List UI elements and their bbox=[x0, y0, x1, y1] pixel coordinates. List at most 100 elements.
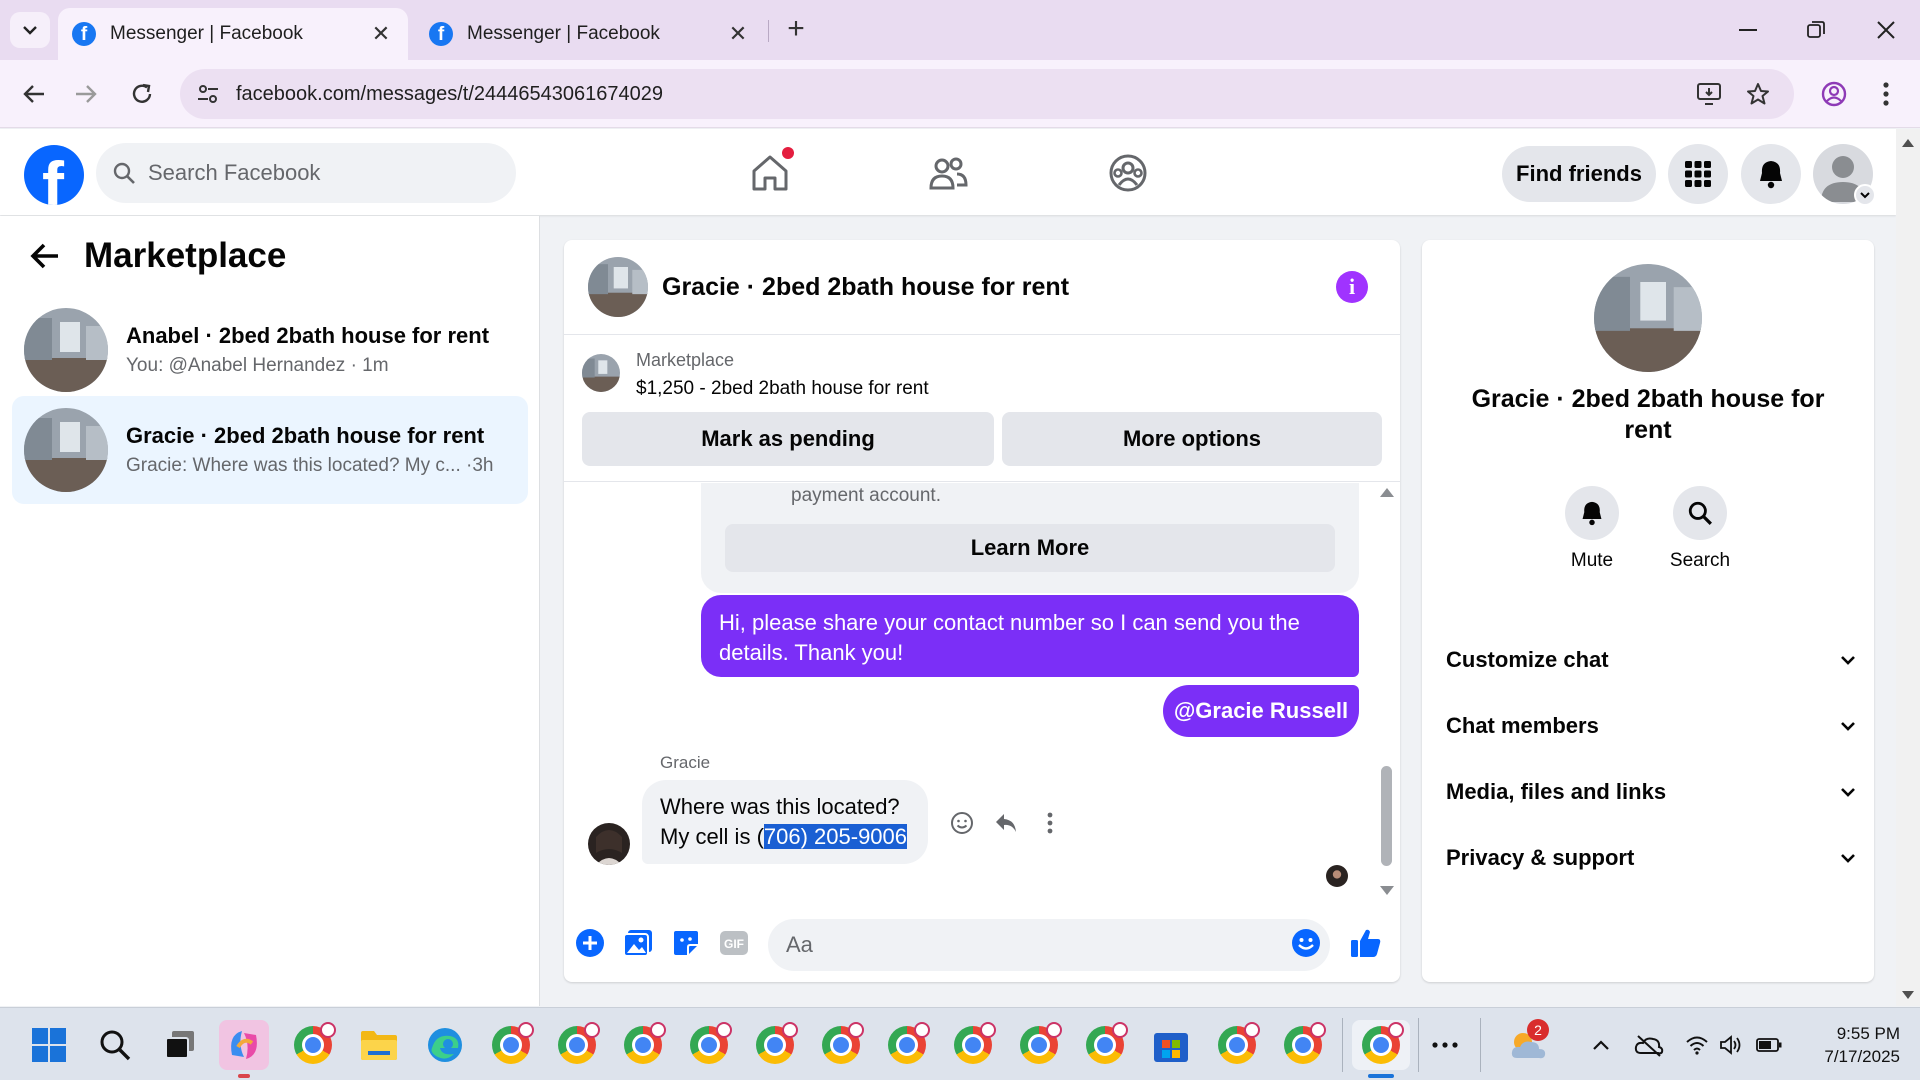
copilot-taskbar-button[interactable] bbox=[219, 1020, 269, 1070]
message-input[interactable]: Aa bbox=[768, 919, 1330, 971]
menu-button[interactable] bbox=[1668, 144, 1728, 204]
new-tab-button[interactable]: + bbox=[780, 14, 812, 46]
page-scrollbar[interactable] bbox=[1896, 129, 1920, 1006]
chrome-taskbar-button[interactable] bbox=[1014, 1020, 1064, 1070]
browser-tab[interactable]: f Messenger | Facebook ✕ bbox=[415, 8, 765, 60]
chrome-taskbar-button[interactable] bbox=[1212, 1020, 1262, 1070]
address-bar[interactable]: facebook.com/messages/t/2444654306167402… bbox=[180, 69, 1794, 119]
restore-button[interactable] bbox=[1786, 10, 1846, 50]
chrome-taskbar-button-active[interactable] bbox=[1352, 1020, 1410, 1070]
home-nav-button[interactable] bbox=[746, 147, 794, 197]
scroll-thumb[interactable] bbox=[1381, 766, 1392, 866]
scroll-up-arrow-icon[interactable] bbox=[1380, 488, 1394, 497]
account-chevron-icon[interactable] bbox=[1854, 184, 1876, 206]
taskbar-divider bbox=[1342, 1018, 1343, 1072]
start-button[interactable] bbox=[24, 1020, 74, 1070]
mention-message[interactable]: @Gracie Russell bbox=[1163, 685, 1359, 737]
chrome-taskbar-button[interactable] bbox=[1080, 1020, 1130, 1070]
attach-photo-button[interactable] bbox=[620, 925, 656, 961]
chat-title[interactable]: Gracie · 2bed 2bath house for rent bbox=[662, 273, 1336, 302]
chrome-taskbar-button[interactable] bbox=[486, 1020, 536, 1070]
minimize-button[interactable] bbox=[1718, 10, 1778, 50]
more-apps-button[interactable] bbox=[1420, 1020, 1470, 1070]
sticker-button[interactable] bbox=[668, 925, 704, 961]
reload-button[interactable] bbox=[122, 74, 162, 114]
cloud-off-icon bbox=[1634, 1035, 1664, 1057]
friends-nav-button[interactable] bbox=[924, 149, 972, 197]
scroll-down-arrow-icon[interactable] bbox=[1902, 991, 1914, 999]
chat-avatar[interactable] bbox=[588, 257, 648, 317]
scroll-up-arrow-icon[interactable] bbox=[1902, 139, 1914, 147]
close-window-button[interactable] bbox=[1856, 10, 1916, 50]
site-info-icon[interactable] bbox=[180, 84, 236, 104]
browser-menu-button[interactable] bbox=[1866, 74, 1906, 114]
notifications-button[interactable] bbox=[1741, 144, 1801, 204]
section-label: Chat members bbox=[1446, 713, 1599, 738]
privacy-support-section[interactable]: Privacy & support bbox=[1446, 830, 1856, 886]
more-message-options-button[interactable] bbox=[1028, 805, 1072, 841]
conversation-item-active[interactable]: Gracie · 2bed 2bath house for rent Graci… bbox=[12, 396, 528, 504]
more-options-button[interactable]: More options bbox=[1002, 412, 1382, 466]
chat-members-section[interactable]: Chat members bbox=[1446, 698, 1856, 754]
sender-avatar[interactable] bbox=[588, 823, 630, 865]
chrome-taskbar-button[interactable] bbox=[1278, 1020, 1328, 1070]
emoji-button[interactable] bbox=[1288, 925, 1324, 961]
like-button[interactable] bbox=[1348, 925, 1384, 961]
show-hidden-icons-button[interactable] bbox=[1578, 1020, 1624, 1070]
close-tab-icon[interactable]: ✕ bbox=[725, 21, 751, 47]
taskbar-search-button[interactable] bbox=[90, 1020, 140, 1070]
install-app-button[interactable] bbox=[1690, 74, 1730, 114]
reply-button[interactable] bbox=[984, 805, 1028, 841]
message-actions bbox=[940, 805, 1072, 841]
chrome-icon bbox=[624, 1022, 666, 1064]
mute-button[interactable] bbox=[1565, 486, 1619, 540]
forward-button[interactable] bbox=[66, 74, 106, 114]
add-actions-button[interactable] bbox=[572, 925, 608, 961]
gif-button[interactable]: GIF bbox=[716, 925, 752, 961]
search-in-chat-button[interactable] bbox=[1673, 486, 1727, 540]
tab-search-button[interactable] bbox=[10, 12, 50, 48]
scroll-down-arrow-icon[interactable] bbox=[1380, 886, 1394, 895]
selected-phone-number[interactable]: 706) 205-9006 bbox=[763, 824, 908, 849]
onedrive-tray-icon[interactable] bbox=[1626, 1020, 1672, 1070]
learn-more-button[interactable]: Learn More bbox=[725, 524, 1335, 572]
chrome-taskbar-button[interactable] bbox=[684, 1020, 734, 1070]
mark-as-pending-button[interactable]: Mark as pending bbox=[582, 412, 994, 466]
groups-icon bbox=[1109, 154, 1147, 192]
message-input-placeholder: Aa bbox=[786, 932, 813, 957]
media-files-links-section[interactable]: Media, files and links bbox=[1446, 764, 1856, 820]
message-scrollbar[interactable] bbox=[1376, 482, 1396, 907]
battery-tray-icon[interactable] bbox=[1746, 1020, 1792, 1070]
facebook-search-input[interactable]: Search Facebook bbox=[96, 143, 516, 203]
chrome-taskbar-button[interactable] bbox=[288, 1020, 338, 1070]
thumbs-up-icon bbox=[1351, 929, 1381, 957]
listing-title[interactable]: $1,250 - 2bed 2bath house for rent bbox=[636, 378, 929, 400]
info-icon[interactable]: i bbox=[1336, 271, 1368, 303]
back-arrow-icon[interactable] bbox=[30, 243, 60, 269]
profile-button[interactable] bbox=[1814, 74, 1854, 114]
browser-tab-active[interactable]: f Messenger | Facebook ✕ bbox=[58, 8, 408, 60]
chrome-taskbar-button[interactable] bbox=[882, 1020, 932, 1070]
groups-nav-button[interactable] bbox=[1104, 149, 1152, 197]
back-button[interactable] bbox=[14, 74, 54, 114]
task-view-button[interactable] bbox=[155, 1020, 205, 1070]
mute-action[interactable]: Mute bbox=[1542, 486, 1642, 572]
chrome-taskbar-button[interactable] bbox=[948, 1020, 998, 1070]
chrome-icon bbox=[1218, 1022, 1260, 1064]
chrome-taskbar-button[interactable] bbox=[552, 1020, 602, 1070]
find-friends-button[interactable]: Find friends bbox=[1502, 146, 1656, 202]
chrome-taskbar-button[interactable] bbox=[618, 1020, 668, 1070]
conversation-item[interactable]: Anabel · 2bed 2bath house for rent You: … bbox=[12, 296, 528, 404]
search-action[interactable]: Search bbox=[1650, 486, 1750, 572]
facebook-logo-icon[interactable]: f bbox=[24, 145, 84, 205]
chrome-taskbar-button[interactable] bbox=[816, 1020, 866, 1070]
customize-chat-section[interactable]: Customize chat bbox=[1446, 632, 1856, 688]
react-button[interactable] bbox=[940, 805, 984, 841]
close-tab-icon[interactable]: ✕ bbox=[368, 21, 394, 47]
file-explorer-button[interactable] bbox=[354, 1020, 404, 1070]
microsoft-store-button[interactable] bbox=[1146, 1020, 1196, 1070]
edge-taskbar-button[interactable] bbox=[420, 1020, 470, 1070]
system-clock[interactable]: 9:55 PM 7/17/2025 bbox=[1790, 1022, 1900, 1068]
chrome-taskbar-button[interactable] bbox=[750, 1020, 800, 1070]
bookmark-button[interactable] bbox=[1738, 74, 1778, 114]
